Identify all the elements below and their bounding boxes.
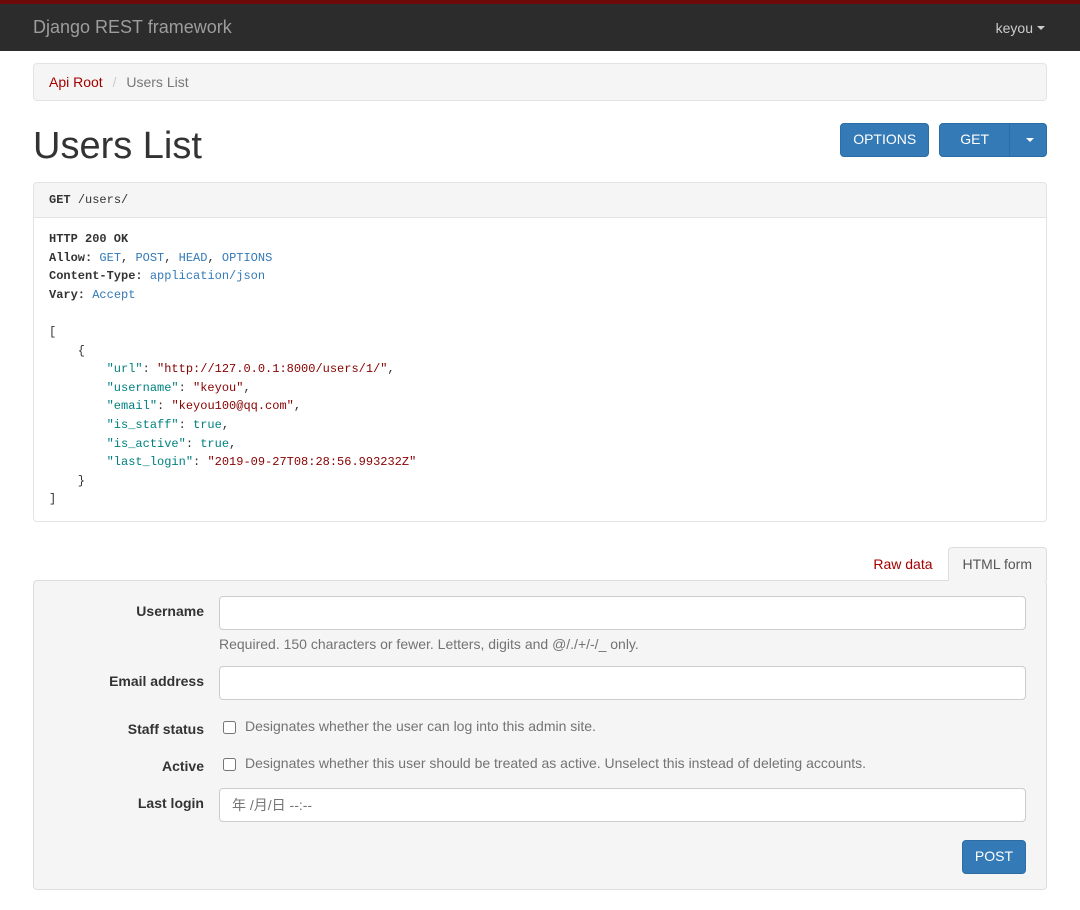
breadcrumb: Api Root / Users List [33,63,1047,101]
staff-status-label: Staff status [54,714,219,737]
page-title: Users List [33,125,202,168]
breadcrumb-current: Users List [126,74,188,90]
caret-down-icon [1037,26,1045,30]
post-form-panel: Username Required. 150 characters or few… [33,580,1047,890]
username-help: Required. 150 characters or fewer. Lette… [219,636,1026,652]
response-body: HTTP 200 OK Allow: GET, POST, HEAD, OPTI… [33,218,1047,522]
request-line: GET /users/ [33,182,1047,218]
request-path: /users/ [78,193,128,207]
tab-raw-data[interactable]: Raw data [858,547,947,581]
options-button[interactable]: OPTIONS [840,123,929,157]
active-label: Active [54,751,219,774]
get-button-group: GET [939,123,1047,157]
email-label: Email address [54,666,219,689]
form-tabs: Raw data HTML form [33,547,1047,581]
breadcrumb-separator: / [107,74,123,90]
caret-down-icon [1026,138,1034,142]
username-input[interactable] [219,596,1026,630]
staff-status-checkbox[interactable] [223,721,236,734]
brand-link[interactable]: Django REST framework [33,17,232,38]
active-help: Designates whether this user should be t… [245,755,866,771]
username-label: Username [54,596,219,619]
get-dropdown-toggle[interactable] [1009,123,1047,157]
post-button[interactable]: POST [962,840,1026,874]
user-menu[interactable]: keyou [996,20,1065,36]
staff-status-help: Designates whether the user can log into… [245,718,596,734]
email-input[interactable] [219,666,1026,700]
last-login-input[interactable] [219,788,1026,822]
get-button[interactable]: GET [939,123,1010,157]
user-name: keyou [996,20,1033,36]
tab-html-form[interactable]: HTML form [948,547,1047,581]
active-checkbox[interactable] [223,758,236,771]
last-login-label: Last login [54,788,219,811]
request-method: GET [49,193,71,207]
breadcrumb-root-link[interactable]: Api Root [49,74,103,90]
navbar: Django REST framework keyou [0,4,1080,51]
